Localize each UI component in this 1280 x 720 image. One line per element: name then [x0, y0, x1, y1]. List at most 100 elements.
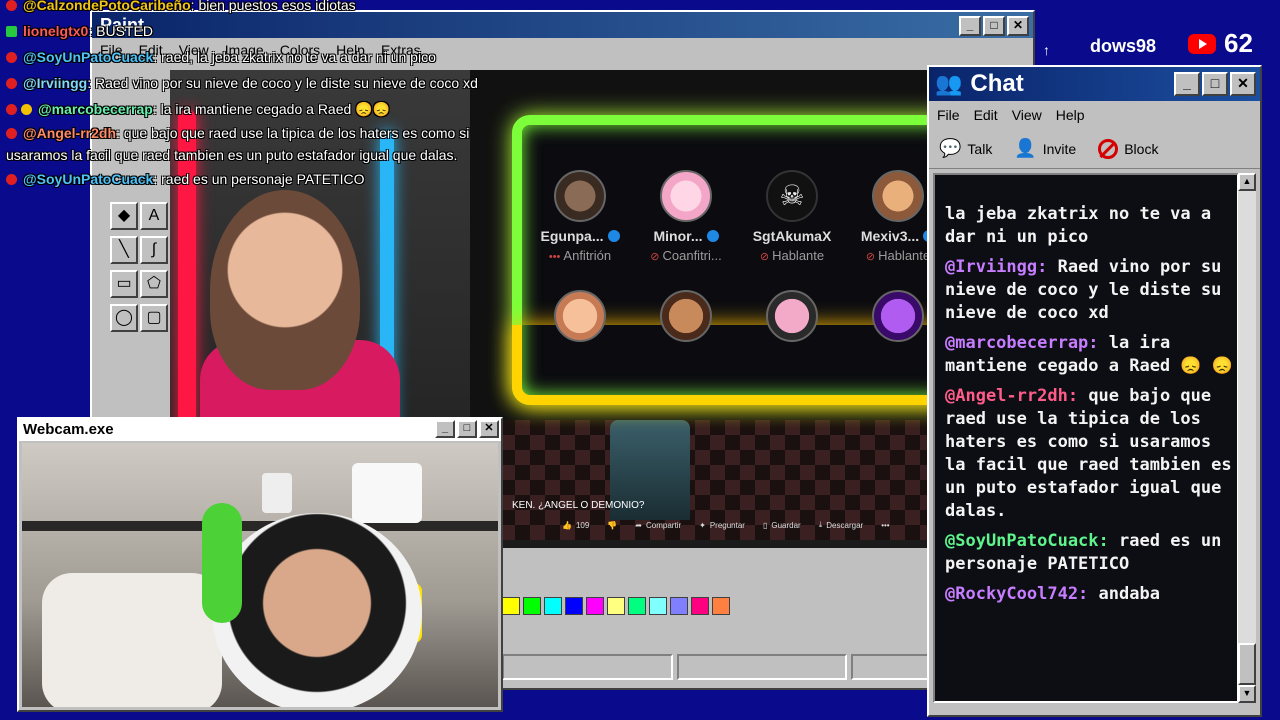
invite-button[interactable]: 👤 Invite — [1014, 138, 1076, 159]
color-swatch[interactable] — [565, 597, 583, 615]
chat-scrollbar[interactable]: ▲ ▼ — [1238, 173, 1256, 703]
avatar[interactable] — [660, 290, 712, 342]
youtube-badge-icon — [6, 128, 17, 139]
ask-button[interactable]: ✦ Preguntar — [699, 521, 745, 530]
overlay-user: @SoyUnPatoCuack — [23, 49, 154, 65]
youtube-badge-icon — [6, 0, 17, 11]
host-icon: ••• — [548, 251, 561, 263]
participant-card[interactable]: Minor... ⊘ Coanfitri... — [636, 170, 736, 263]
participant-name: Egunpa... — [540, 228, 604, 244]
color-swatch[interactable] — [628, 597, 646, 615]
minimize-button[interactable]: _ — [959, 16, 981, 36]
block-button[interactable]: Block — [1098, 138, 1158, 159]
chat-title: Chat — [970, 70, 1024, 97]
webcam-title-bar: Webcam.exe _ □ ✕ — [19, 419, 501, 441]
color-swatch[interactable] — [544, 597, 562, 615]
color-swatch[interactable] — [649, 597, 667, 615]
scroll-up-icon[interactable]: ▲ — [1238, 173, 1256, 191]
overlay-chat-line: @SoyUnPatoCuack: raed, la jeba zkatrix n… — [0, 44, 500, 70]
text-tool-icon[interactable]: A — [140, 202, 168, 230]
verified-icon — [706, 230, 719, 242]
avatar[interactable] — [766, 290, 818, 342]
youtube-badge-icon — [6, 174, 17, 185]
close-button[interactable]: ✕ — [1230, 72, 1256, 96]
polygon-tool-icon[interactable]: ⬠ — [140, 270, 168, 298]
avatar[interactable] — [554, 290, 606, 342]
overlay-chat-line: @marcobecerrap: la ira mantiene cegado a… — [0, 96, 500, 122]
maximize-button[interactable]: □ — [983, 16, 1005, 36]
line-tool-icon[interactable]: ╲ — [110, 236, 138, 264]
avatar — [660, 170, 712, 222]
video-action-bar: 👍 109 👎 ➦ Compartir ✦ Preguntar ▯ Guardar ⤓ D… — [562, 520, 890, 530]
like-count: 109 — [575, 520, 590, 530]
scroll-thumb[interactable] — [1238, 643, 1256, 685]
color-swatch[interactable] — [586, 597, 604, 615]
minimize-button[interactable]: _ — [1174, 72, 1200, 96]
member-badge-icon — [21, 104, 32, 115]
talk-label: Talk — [967, 140, 993, 157]
chat-message: la jeba zkatrix no te va a dar ni un pic… — [945, 203, 1235, 249]
color-swatch[interactable] — [502, 597, 520, 615]
minimize-button[interactable]: _ — [435, 420, 455, 438]
scroll-down-icon[interactable]: ▼ — [1238, 685, 1256, 703]
overlay-chat-line: @SoyUnPatoCuack: raed es un personaje PA… — [0, 166, 500, 192]
maximize-button[interactable]: □ — [1202, 72, 1228, 96]
menu-edit[interactable]: Edit — [974, 107, 998, 123]
chat-log[interactable]: la jeba zkatrix no te va a dar ni un pic… — [933, 173, 1239, 703]
youtube-badge-icon — [6, 52, 17, 63]
ask-label: Preguntar — [709, 520, 745, 530]
overlay-user: @CalzondePotoCaribeño — [23, 0, 191, 13]
viewer-count: 62 — [1224, 28, 1253, 58]
curve-tool-icon[interactable]: ∫ — [140, 236, 168, 264]
overlay-chat-feed: @CalzondePotoCaribeño: bien puestos esos… — [0, 0, 500, 192]
overlay-chat-line: @Irviingg: Raed vino por su nieve de coc… — [0, 70, 500, 96]
upload-icon: ↑ — [1043, 42, 1050, 58]
chat-title-bar: 👥 Chat _ □ ✕ — [929, 67, 1260, 101]
menu-view[interactable]: View — [1012, 107, 1042, 123]
avatar[interactable] — [872, 290, 924, 342]
shelf-item — [262, 473, 292, 513]
overlay-text: : raed, la jeba zkatrix no te va a dar n… — [153, 49, 436, 65]
chat-message-text: que bajo que raed use la tipica de los h… — [945, 386, 1232, 521]
color-swatch[interactable] — [712, 597, 730, 615]
rounded-rect-tool-icon[interactable]: ▢ — [140, 304, 168, 332]
chat-message: @marcobecerrap: la ira mantiene cegado a… — [945, 332, 1235, 378]
chat-window: 👥 Chat _ □ ✕ File Edit View Help 💬 Talk 👤… — [927, 65, 1262, 717]
gaming-chair — [42, 573, 222, 707]
color-swatch[interactable] — [670, 597, 688, 615]
color-swatch[interactable] — [691, 597, 709, 615]
color-swatch[interactable] — [607, 597, 625, 615]
webcam-person — [212, 513, 422, 707]
chat-username: @SoyUnPatoCuack: — [945, 531, 1109, 551]
mic-muted-icon: ⊘ — [865, 251, 876, 263]
menu-file[interactable]: File — [937, 107, 960, 123]
participant-card[interactable]: Egunpa... ••• Anfitrión — [530, 170, 630, 263]
save-button[interactable]: ▯ Guardar — [763, 521, 801, 530]
share-button[interactable]: ➦ Compartir — [635, 521, 681, 530]
fill-tool-icon[interactable]: ◆ — [110, 202, 138, 230]
overlay-user: @SoyUnPatoCuack — [23, 171, 154, 187]
ellipse-tool-icon[interactable]: ◯ — [110, 304, 138, 332]
close-button[interactable]: ✕ — [1007, 16, 1029, 36]
participant-name: Mexiv3... — [860, 228, 920, 244]
talk-button[interactable]: 💬 Talk — [939, 138, 992, 159]
dislike-button[interactable]: 👎 — [607, 521, 617, 530]
overlay-text: : BUSTED — [88, 23, 153, 39]
share-icon: ➦ — [635, 520, 642, 530]
download-button[interactable]: ⤓ Descargar — [819, 520, 863, 530]
overlay-text: : bien puestos esos idiotas — [190, 0, 356, 13]
rectangle-tool-icon[interactable]: ▭ — [110, 270, 138, 298]
maximize-button[interactable]: □ — [457, 420, 477, 438]
download-label: Descargar — [826, 520, 864, 530]
youtube-badge-icon — [6, 78, 17, 89]
more-button[interactable]: ••• — [881, 521, 889, 530]
participant-card[interactable]: ☠ SgtAkumaX ⊘ Hablante — [742, 170, 842, 263]
verified-icon — [607, 230, 620, 242]
close-button[interactable]: ✕ — [479, 420, 499, 438]
like-button[interactable]: 👍 109 — [562, 521, 589, 530]
mic-muted-icon: ⊘ — [650, 251, 660, 263]
menu-help[interactable]: Help — [1056, 107, 1085, 123]
color-swatch[interactable] — [523, 597, 541, 615]
overlay-text: : Raed vino por su nieve de coco y le di… — [87, 75, 478, 91]
kick-badge-icon — [6, 26, 17, 37]
